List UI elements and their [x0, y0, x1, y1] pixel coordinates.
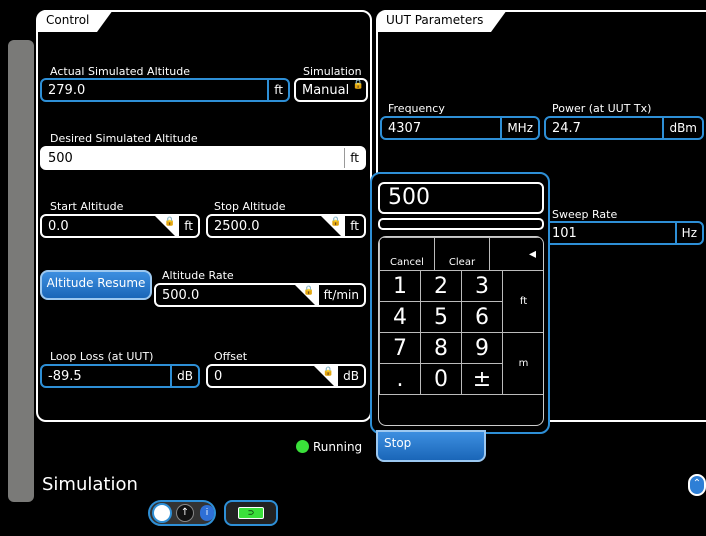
keypad-grid: Cancel Clear ◂ 1 2 3 4 5 6 ft 7 8 9 . 0 … [378, 236, 544, 426]
lock-icon: 🔒 [293, 285, 317, 307]
uut-parameters-title: UUT Parameters [378, 10, 508, 32]
keypad-key-0[interactable]: 0 [420, 363, 462, 395]
stop-button-label: Stop [384, 436, 412, 450]
keypad-key-6[interactable]: 6 [461, 301, 503, 333]
lock-icon: 🔒 [312, 366, 337, 388]
loop-loss-label: Loop Loss (at UUT) [50, 350, 154, 363]
start-altitude-unit: ft [177, 216, 198, 236]
stop-altitude-value: 2500.0 [214, 218, 260, 234]
keypad-key-3[interactable]: 3 [461, 270, 503, 302]
altitude-rate-field[interactable]: 500.0 🔒 ft/min [154, 283, 366, 307]
toggle-knob [152, 503, 172, 523]
loop-loss-field: -89.5 dB [40, 364, 200, 388]
keypad-key-7[interactable]: 7 [379, 332, 421, 364]
frequency-value: 4307 [388, 120, 422, 136]
keypad-key-plus-minus[interactable]: ± [461, 363, 503, 395]
backspace-icon[interactable]: ◂ [489, 237, 543, 271]
keypad-key-1[interactable]: 1 [379, 270, 421, 302]
keypad-key-8[interactable]: 8 [420, 332, 462, 364]
lock-icon: 🔒 [352, 80, 364, 90]
scroll-up-icon[interactable]: ⌃ [688, 474, 706, 496]
info-icon: i [200, 505, 214, 521]
actual-altitude-value: 279.0 [48, 82, 86, 98]
actual-altitude-unit: ft [267, 80, 288, 100]
keypad-key-9[interactable]: 9 [461, 332, 503, 364]
sweep-rate-unit: Hz [674, 223, 702, 243]
numeric-keypad: 500 Cancel Clear ◂ 1 2 3 4 5 6 ft 7 8 9 … [370, 172, 550, 434]
stop-altitude-unit: ft [343, 216, 364, 236]
keypad-entry-bar [378, 218, 544, 230]
loop-loss-value: -89.5 [48, 368, 82, 384]
offset-label: Offset [214, 350, 248, 363]
frequency-label: Frequency [388, 102, 445, 115]
stop-altitude-field[interactable]: 2500.0 🔒 ft [206, 214, 366, 238]
keypad-unit-m-button[interactable]: m [502, 332, 543, 395]
running-indicator-icon [296, 440, 309, 453]
mode-toggle[interactable]: ↑ i [148, 500, 216, 526]
keypad-cancel-button[interactable]: Cancel [379, 237, 435, 271]
battery-indicator[interactable]: ⊃ [224, 500, 278, 526]
keypad-key-2[interactable]: 2 [420, 270, 462, 302]
desired-altitude-unit: ft [344, 148, 364, 168]
simulation-mode-select[interactable]: Manual 🔒 [294, 78, 368, 102]
sweep-rate-label: Sweep Rate [552, 208, 618, 221]
side-drawer-handle[interactable] [8, 40, 34, 502]
actual-altitude-label: Actual Simulated Altitude [50, 65, 191, 78]
frequency-unit: MHz [500, 118, 538, 138]
offset-unit: dB [336, 366, 364, 386]
offset-value: 0 [214, 368, 223, 384]
desired-altitude-label: Desired Simulated Altitude [50, 132, 198, 145]
power-unit: dBm [662, 118, 702, 138]
altitude-resume-button[interactable]: Altitude Resume [40, 270, 152, 300]
frequency-field[interactable]: 4307 MHz [380, 116, 540, 140]
power-label: Power (at UUT Tx) [552, 102, 652, 115]
simulation-mode-label: Simulation [303, 65, 362, 78]
altitude-rate-value: 500.0 [162, 287, 200, 303]
keypad-unit-ft-button[interactable]: ft [502, 270, 543, 333]
start-altitude-label: Start Altitude [50, 200, 124, 213]
lock-icon: 🔒 [319, 216, 344, 238]
sweep-rate-field[interactable]: 101 Hz [544, 221, 704, 245]
lock-icon: 🔒 [153, 216, 178, 238]
power-field[interactable]: 24.7 dBm [544, 116, 704, 140]
sweep-rate-value: 101 [552, 225, 577, 241]
up-arrow-icon: ↑ [176, 504, 194, 522]
loop-loss-unit: dB [170, 366, 198, 386]
keypad-display: 500 [378, 182, 544, 214]
offset-field[interactable]: 0 🔒 dB [206, 364, 366, 388]
altitude-rate-label: Altitude Rate [162, 269, 234, 282]
altitude-resume-label: Altitude Resume [46, 276, 146, 290]
keypad-clear-button[interactable]: Clear [434, 237, 490, 271]
power-value: 24.7 [552, 120, 581, 136]
start-altitude-value: 0.0 [48, 218, 69, 234]
running-status-label: Running [313, 440, 363, 454]
control-panel-title: Control [38, 10, 114, 32]
keypad-key-5[interactable]: 5 [420, 301, 462, 333]
keypad-key-dot[interactable]: . [379, 363, 421, 395]
desired-altitude-value: 500 [48, 150, 73, 166]
footer-title: Simulation [42, 474, 138, 495]
altitude-rate-unit: ft/min [316, 285, 364, 305]
keypad-key-4[interactable]: 4 [379, 301, 421, 333]
stop-altitude-label: Stop Altitude [214, 200, 286, 213]
desired-altitude-input[interactable]: 500 ft [40, 146, 366, 170]
actual-altitude-field: 279.0 ft [40, 78, 290, 102]
stop-button[interactable]: Stop [376, 430, 486, 462]
start-altitude-field[interactable]: 0.0 🔒 ft [40, 214, 200, 238]
battery-icon: ⊃ [238, 507, 264, 519]
